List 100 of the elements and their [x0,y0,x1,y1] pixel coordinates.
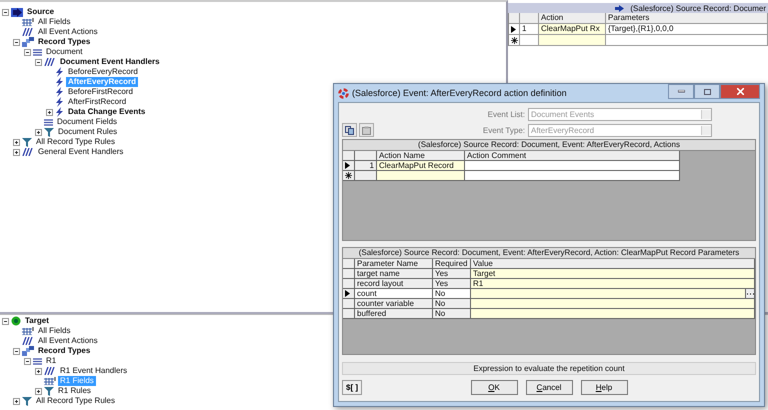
dialog-button[interactable]: Help [580,380,628,395]
tree-item[interactable]: All Record Type Rules [34,396,117,406]
table-cell: record layout [355,279,433,289]
slashes-icon [22,148,34,156]
tree-item[interactable]: BeforeFirstRecord [66,87,135,97]
table-cell[interactable] [471,309,755,319]
tree-item[interactable]: All Fields [36,17,72,27]
ellipsis-button[interactable] [746,289,755,299]
slashes-icon [22,28,34,36]
table-cell[interactable] [377,171,465,181]
window-title: (Salesforce) Event: AfterEveryRecord action definition [352,88,568,98]
expand-icon[interactable] [13,398,20,404]
dialog-button[interactable]: Cancel [526,380,572,395]
tree-item[interactable]: Record Types [36,346,92,356]
field-label: Event List: [486,110,525,118]
slashes-icon [44,367,56,375]
collapse-icon[interactable] [13,38,20,46]
tree-item[interactable]: Document Event Handlers [58,57,162,67]
tree-item[interactable]: Document [44,47,84,57]
new-row-icon [511,36,518,44]
slashes-icon [44,58,56,66]
minimize-button[interactable] [668,84,694,99]
funnel-icon [22,138,32,146]
row-number: 1 [355,161,377,171]
collapse-icon[interactable] [13,348,20,354]
circle-icon [11,316,21,326]
collapse-icon[interactable] [24,48,31,56]
table-cell[interactable]: ClearMapPut Rx [539,24,606,34]
tree-item[interactable]: R1 Event Handlers [58,366,130,376]
column-header: Action [539,13,606,23]
current-row-icon [511,26,516,32]
expression-button[interactable]: $[ ] [342,380,362,395]
table-cell[interactable]: Target [471,269,755,279]
tree-item[interactable]: Document Fields [55,117,120,127]
table-cell[interactable] [465,171,680,181]
table-cell[interactable] [471,289,746,299]
expand-icon[interactable] [13,148,20,156]
maximize-icon [704,88,710,94]
table-cell: Yes [433,269,471,279]
maximize-button[interactable] [694,84,720,99]
table-cell: No [433,289,471,299]
column-header: Action Name [377,151,465,161]
expand-icon[interactable] [35,368,42,374]
collapse-icon[interactable] [2,8,9,16]
close-button[interactable] [720,84,760,99]
stack-icon [22,346,34,356]
table-cell[interactable]: ClearMapPut Record [377,161,465,171]
list-icon [44,118,53,126]
hint-text: Expression to evaluate the repetition count [342,362,756,375]
table-cell: Yes [433,279,471,289]
expand-icon[interactable] [46,108,53,116]
table-cell: count [355,289,433,299]
tree-item[interactable]: R1 Rules [56,386,93,396]
grid-icon [22,18,34,26]
expand-icon[interactable] [35,128,42,136]
tree-item[interactable]: Target [23,316,51,326]
minimize-icon [678,90,684,93]
current-row-icon [345,162,350,169]
column-header: Parameter Name [355,259,433,269]
collapse-icon[interactable] [24,358,31,364]
close-icon [736,88,744,95]
tree-item[interactable]: All Fields [36,326,72,336]
table-cell: No [433,299,471,309]
table-cell: target name [355,269,433,279]
slashes-icon [22,337,34,345]
table-cell[interactable] [471,299,755,309]
dialog-button[interactable]: OK [470,380,518,395]
expand-icon[interactable] [35,388,42,394]
stack-icon [22,37,34,47]
tree-item[interactable]: All Event Actions [36,27,100,37]
tree-item[interactable]: AfterFirstRecord [66,97,128,107]
collapse-icon[interactable] [35,58,42,66]
tree-item[interactable]: Record Types [36,37,92,47]
expand-icon[interactable] [13,138,20,146]
funnel-icon [44,386,54,396]
table-cell[interactable] [539,35,606,45]
copy-icon [345,126,354,134]
tree-item[interactable]: BeforeEveryRecord [66,67,140,77]
funnel-icon [22,396,32,406]
tree-item[interactable]: All Record Type Rules [34,137,117,147]
funnel-icon [44,128,54,136]
field-label: Event Type: [482,126,525,134]
current-row-icon [345,290,350,297]
tree-item[interactable]: Source [25,7,56,17]
grid-icon [44,377,56,385]
copy-button[interactable] [342,123,357,137]
table-cell[interactable]: {Target},{R1},0,0,0 [606,24,768,34]
tree-item[interactable]: General Event Handlers [36,147,126,157]
table-cell: No [433,309,471,319]
tree-item[interactable]: Data Change Events [66,107,148,117]
tree-item[interactable]: All Event Actions [36,336,100,346]
table-cell: buffered [355,309,433,319]
grid-title: (Salesforce) Source Record: Documer [630,4,766,12]
collapse-icon[interactable] [2,318,9,324]
tree-item[interactable]: R1 [44,356,58,366]
table-cell[interactable]: R1 [471,279,755,289]
tree-item[interactable]: Document Rules [56,127,120,137]
table-cell: counter variable [355,299,433,309]
table-cell[interactable] [465,161,680,171]
grid-title: (Salesforce) Source Record: Document, Event: AfterEveryRecord, Action: ClearMapPut Record Parameters [343,248,755,259]
